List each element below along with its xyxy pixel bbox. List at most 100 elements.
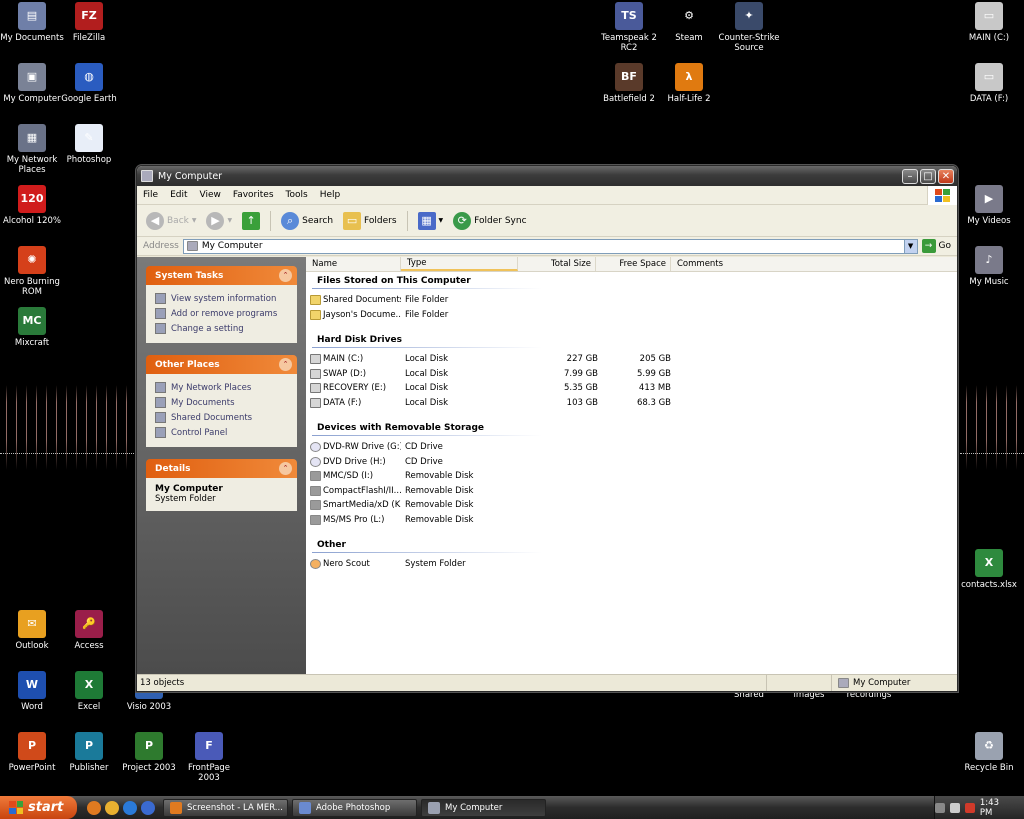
file-row[interactable]: Jayson's Docume... File Folder	[306, 308, 957, 323]
menu-favorites[interactable]: Favorites	[227, 190, 280, 200]
desktop-icon-frontpage-2003[interactable]: F FrontPage 2003	[177, 732, 241, 783]
security-tray-icon[interactable]	[964, 802, 975, 813]
start-button[interactable]: start	[0, 796, 77, 819]
column-name[interactable]: Name	[306, 257, 401, 271]
file-name: Shared Documents	[306, 295, 401, 306]
my-computer-window[interactable]: My Computer – □ ✕ File Edit View Favorit…	[136, 165, 958, 692]
desktop-icon-my-videos[interactable]: ▶ My Videos	[957, 185, 1021, 226]
file-row[interactable]: RECOVERY (E:) Local Disk 5.35 GB 413 MB	[306, 381, 957, 396]
desktop-icon-battlefield-2[interactable]: BF Battlefield 2	[597, 63, 661, 104]
desktop-icon-powerpoint[interactable]: P PowerPoint	[0, 732, 64, 773]
search-button[interactable]: ⌕ Search	[278, 210, 336, 232]
taskbar-button[interactable]: Screenshot - LA MER...	[163, 798, 288, 817]
views-button[interactable]: ▦ ▼	[415, 210, 447, 232]
desktop-icon-google-earth[interactable]: ◍ Google Earth	[57, 63, 121, 104]
clock[interactable]: 1:43 PM	[980, 798, 1014, 818]
menu-view[interactable]: View	[194, 190, 227, 200]
file-row[interactable]: DVD Drive (H:) CD Drive	[306, 455, 957, 470]
desktop-icon-my-computer[interactable]: ▣ My Computer	[0, 63, 64, 104]
steam-tray-icon[interactable]	[949, 802, 960, 813]
back-button[interactable]: ◀ Back ▼	[143, 210, 199, 232]
column-total-size[interactable]: Total Size	[518, 257, 596, 271]
desktop-icon-excel[interactable]: X Excel	[57, 671, 121, 712]
menu-bar: File Edit View Favorites Tools Help	[137, 186, 957, 205]
right-app-icon: ▭	[975, 2, 1003, 30]
file-row[interactable]: DATA (F:) Local Disk 103 GB 68.3 GB	[306, 396, 957, 411]
outlook-icon[interactable]	[105, 800, 119, 815]
desktop-icon-recycle-bin[interactable]: ♻ Recycle Bin	[957, 732, 1021, 773]
file-row[interactable]: CompactFlashI/II... Removable Disk	[306, 484, 957, 499]
menu-tools[interactable]: Tools	[280, 190, 314, 200]
left-app-icon: ✎	[75, 124, 103, 152]
place-control-panel[interactable]: Control Panel	[155, 425, 288, 440]
desktop-icon-photoshop[interactable]: ✎ Photoshop	[57, 124, 121, 165]
go-button[interactable]: → Go	[921, 239, 957, 253]
status-count: 13 objects	[137, 675, 767, 691]
desktop-icon-word[interactable]: W Word	[0, 671, 64, 712]
collapse-chevron-icon[interactable]: ⌃	[279, 462, 292, 475]
up-button[interactable]: ↑	[239, 210, 263, 232]
menu-file[interactable]: File	[137, 190, 164, 200]
forward-button[interactable]: ▶ ▼	[203, 210, 235, 232]
collapse-chevron-icon[interactable]: ⌃	[279, 269, 292, 282]
desktop-icon-mixcraft[interactable]: MC Mixcraft	[0, 307, 64, 348]
column-comments[interactable]: Comments	[671, 257, 957, 271]
column-type[interactable]: Type	[401, 257, 518, 271]
desktop-icon-my-music[interactable]: ♪ My Music	[957, 246, 1021, 287]
collapse-chevron-icon[interactable]: ⌃	[279, 358, 292, 371]
close-button[interactable]: ✕	[938, 168, 954, 184]
desktop-icon-main-c[interactable]: ▭ MAIN (C:)	[957, 2, 1021, 43]
desktop-icon-publisher[interactable]: P Publisher	[57, 732, 121, 773]
desktop-icon-project-2003[interactable]: P Project 2003	[117, 732, 181, 773]
task-add-remove-programs[interactable]: Add or remove programs	[155, 306, 288, 321]
maximize-button[interactable]: □	[920, 168, 936, 184]
file-row[interactable]: SWAP (D:) Local Disk 7.99 GB 5.99 GB	[306, 367, 957, 382]
file-row[interactable]: MMC/SD (I:) Removable Disk	[306, 469, 957, 484]
desktop-icon-outlook[interactable]: ✉ Outlook	[0, 610, 64, 651]
place-shared-documents[interactable]: Shared Documents	[155, 410, 288, 425]
taskbar-button[interactable]: My Computer	[421, 798, 546, 817]
place-my-network-places[interactable]: My Network Places	[155, 380, 288, 395]
internet-explorer-icon[interactable]	[123, 800, 137, 815]
task-view-system-information[interactable]: View system information	[155, 291, 288, 306]
tray-expand-icon[interactable]	[934, 802, 945, 813]
file-row[interactable]: Shared Documents File Folder	[306, 293, 957, 308]
menu-help[interactable]: Help	[314, 190, 347, 200]
file-row[interactable]: MS/MS Pro (L:) Removable Disk	[306, 513, 957, 528]
folder-sync-button[interactable]: ⟳ Folder Sync	[450, 210, 529, 232]
desktop-icon-contacts-xlsx[interactable]: Xcontacts.xlsx	[957, 549, 1021, 590]
file-row[interactable]: DVD-RW Drive (G:) CD Drive	[306, 440, 957, 455]
desktop-icon-half-life-2[interactable]: λ Half-Life 2	[657, 63, 721, 104]
title-bar[interactable]: My Computer – □ ✕	[137, 166, 957, 186]
desktop-icon-filezilla[interactable]: FZ FileZilla	[57, 2, 121, 43]
desktop-icon-counter-strike-source[interactable]: ✦ Counter-Strike Source	[717, 2, 781, 53]
file-row[interactable]: SmartMedia/xD (K:) Removable Disk	[306, 498, 957, 513]
desktop-icon-nero-burning-rom[interactable]: ✺ Nero Burning ROM	[0, 246, 64, 297]
task-change-setting[interactable]: Change a setting	[155, 321, 288, 336]
desktop-icon-label: Half-Life 2	[667, 94, 711, 104]
desktop-icon-access[interactable]: 🔑 Access	[57, 610, 121, 651]
details-header[interactable]: Details ⌃	[146, 459, 297, 478]
place-my-documents[interactable]: My Documents	[155, 395, 288, 410]
desktop-icon-steam[interactable]: ⚙ Steam	[657, 2, 721, 43]
minimize-button[interactable]: –	[902, 168, 918, 184]
file-row[interactable]: MAIN (C:) Local Disk 227 GB 205 GB	[306, 352, 957, 367]
desktop-icon-data-f[interactable]: ▭ DATA (F:)	[957, 63, 1021, 104]
address-value: My Computer	[201, 241, 263, 251]
file-list[interactable]: Name Type Total Size Free Space Comments…	[306, 257, 957, 674]
folders-button[interactable]: ▭ Folders	[340, 210, 400, 232]
firefox-icon[interactable]	[87, 800, 101, 815]
desktop-icon-teamspeak-2-rc2[interactable]: TS Teamspeak 2 RC2	[597, 2, 661, 53]
other-places-header[interactable]: Other Places ⌃	[146, 355, 297, 374]
taskbar-button[interactable]: Adobe Photoshop	[292, 798, 417, 817]
desktop-icon-my-documents[interactable]: ▤ My Documents	[0, 2, 64, 43]
address-input[interactable]: My Computer ▼	[182, 238, 918, 254]
system-tasks-header[interactable]: System Tasks ⌃	[146, 266, 297, 285]
file-row[interactable]: Nero Scout System Folder	[306, 557, 957, 572]
desktop-icon-alcohol-120[interactable]: 120 Alcohol 120%	[0, 185, 64, 226]
chevron-down-icon[interactable]: ▼	[903, 239, 917, 253]
desktop-icon-my-network-places[interactable]: ▦ My Network Places	[0, 124, 64, 175]
media-player-icon[interactable]	[141, 800, 155, 815]
column-free-space[interactable]: Free Space	[596, 257, 671, 271]
menu-edit[interactable]: Edit	[164, 190, 193, 200]
